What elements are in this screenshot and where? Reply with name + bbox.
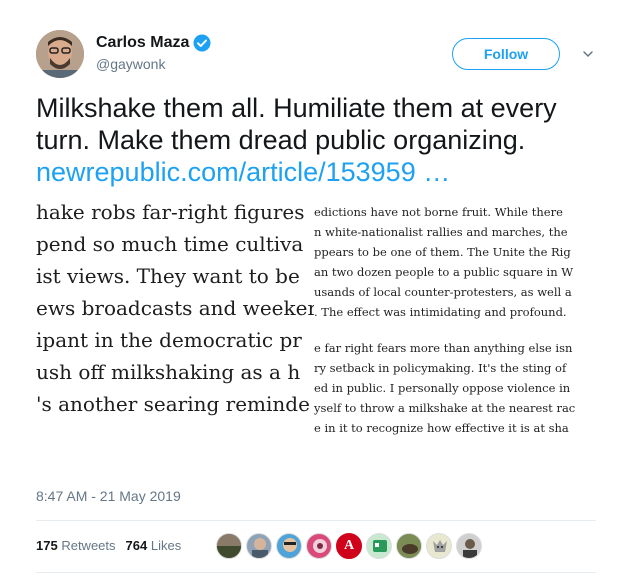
avatar[interactable] [36, 30, 84, 78]
likes-count: 764 [125, 538, 148, 553]
divider [36, 572, 596, 573]
article-excerpt-right: edictions have not borne fruit. While th… [314, 196, 598, 438]
excerpt-line: ppears to be one of them. The Unite the … [314, 245, 571, 259]
liker-avatar[interactable] [216, 533, 242, 559]
excerpt-line: n white-nationalist rallies and marches,… [314, 225, 568, 239]
tweet-stats: 175 Retweets 764 Likes [36, 538, 181, 553]
excerpt-line: yself to throw a milkshake at the neares… [314, 401, 576, 415]
user-handle[interactable]: @gaywonk [96, 56, 211, 72]
excerpt-line: 's another searing reminde [36, 392, 310, 416]
excerpt-line: ist views. They want to be [36, 264, 300, 288]
likes-stat[interactable]: 764 Likes [126, 538, 182, 553]
likes-label: Likes [150, 538, 182, 553]
retweets-label: Retweets [61, 538, 116, 553]
tweet-header: Carlos Maza @gaywonk Follow [36, 30, 606, 82]
liker-avatar[interactable] [396, 533, 422, 559]
article-link[interactable]: newrepublic.com/article/153959 … [36, 156, 616, 188]
display-name[interactable]: Carlos Maza [96, 34, 189, 52]
author-names: Carlos Maza @gaywonk [96, 34, 211, 72]
article-excerpt-left: hake robs far-right figures pend so much… [36, 196, 314, 420]
excerpt-line: hake robs far-right figures [36, 200, 305, 224]
excerpt-line: usands of local counter-protesters, as w… [314, 285, 572, 299]
excerpt-line: e far right fears more than anything els… [314, 341, 573, 355]
excerpt-line: ry setback in policymaking. It's the sti… [314, 361, 567, 375]
excerpt-line: ed in public. I personally oppose violen… [314, 381, 571, 395]
excerpt-line: e in it to recognize how effective it is… [314, 421, 569, 435]
liker-avatar[interactable]: A [336, 533, 362, 559]
tweet-text: Milkshake them all. Humiliate them at ev… [36, 92, 616, 188]
liker-avatar[interactable] [306, 533, 332, 559]
liker-avatar[interactable] [246, 533, 272, 559]
liker-avatar[interactable] [456, 533, 482, 559]
divider [36, 520, 596, 521]
liker-avatar[interactable] [366, 533, 392, 559]
excerpt-line: an two dozen people to a public square i… [314, 265, 574, 279]
excerpt-line: ipant in the democratic pr [36, 328, 302, 352]
liker-avatars: A [216, 533, 486, 561]
liker-avatar[interactable] [276, 533, 302, 559]
retweets-count: 175 [36, 538, 58, 553]
liker-letter: A [343, 538, 355, 553]
excerpt-line: pend so much time cultiva [36, 232, 304, 256]
tweet-timestamp[interactable]: 8:47 AM - 21 May 2019 [36, 488, 181, 504]
excerpt-line: . The effect was intimidating and profou… [314, 305, 567, 319]
liker-avatar[interactable] [426, 533, 452, 559]
retweets-stat[interactable]: 175 Retweets [36, 538, 116, 553]
tweet-media-image[interactable]: hake robs far-right figures pend so much… [36, 196, 598, 478]
excerpt-line: ush off milkshaking as a h [36, 360, 301, 384]
chevron-down-icon[interactable] [580, 46, 596, 62]
follow-button[interactable]: Follow [452, 38, 560, 70]
excerpt-line: edictions have not borne fruit. While th… [314, 205, 563, 219]
tweet-body: Milkshake them all. Humiliate them at ev… [36, 93, 557, 155]
excerpt-line: ews broadcasts and weeker [36, 296, 314, 320]
verified-badge-icon [193, 34, 211, 52]
